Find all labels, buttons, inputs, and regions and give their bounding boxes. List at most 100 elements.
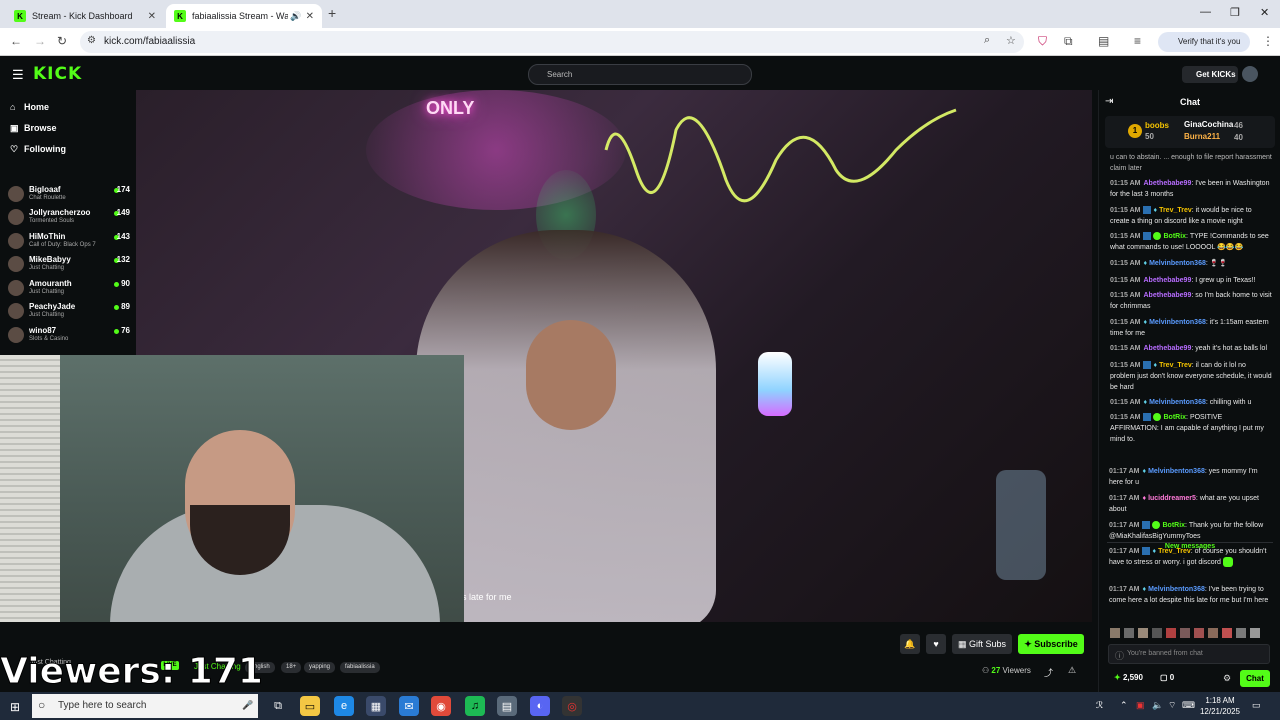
sidebar-channel[interactable]: Bigloaaf Chat Roulette 174	[8, 184, 130, 206]
reading-list-icon[interactable]: ≡	[1134, 34, 1141, 48]
spotify-icon[interactable]: ♫	[465, 696, 485, 716]
chat-message-partial: u can to abstain. ... enough to file rep…	[1110, 154, 1272, 172]
sidebar-channel[interactable]: HiMoThin Call of Duty: Black Ops 7 143	[8, 231, 130, 253]
extension-shield-icon[interactable]: ⛉	[1038, 34, 1047, 49]
edge-browser-icon[interactable]: e	[334, 696, 354, 716]
share-icon[interactable]: ⤴	[1044, 666, 1053, 679]
channel-category: Just Chatting	[29, 312, 65, 318]
minimize-button[interactable]: —	[1200, 6, 1211, 18]
nav-browse[interactable]: ▣ Browse	[10, 123, 57, 134]
message-user[interactable]: Trev_Trev	[1159, 362, 1192, 369]
restore-button[interactable]: ❐	[1230, 6, 1240, 19]
browser-menu-icon[interactable]: ⋮	[1262, 34, 1274, 48]
chat-message: 01:15 AM ♦ Melvinbenton368: 🍷🍷	[1110, 260, 1228, 267]
message-user[interactable]: Melvinbenton368	[1149, 319, 1206, 326]
address-bar[interactable]: ⚙ kick.com/fabiaalissia ⌕ ☆	[80, 31, 1024, 53]
discord-icon[interactable]: ◐	[530, 696, 550, 716]
message-user[interactable]: Trev_Trev	[1158, 548, 1191, 555]
chat-settings-gear-icon[interactable]: ⚙	[1223, 673, 1231, 684]
sidebar-channel[interactable]: Amouranth Just Chatting 90	[8, 278, 130, 300]
webcam-overlay	[0, 355, 464, 659]
sidebar-channel[interactable]: PeachyJade Just Chatting 89	[8, 301, 130, 323]
back-icon[interactable]: ←	[10, 34, 22, 48]
message-user[interactable]: Abethebabe99	[1143, 345, 1191, 352]
store-icon[interactable]: ▦	[366, 696, 386, 716]
sidebar-channel[interactable]: Jollyrancherzoo Tormented Souls 149	[8, 207, 130, 229]
message-user[interactable]: Abethebabe99	[1143, 292, 1191, 299]
top-gifter-name[interactable]: boobs	[1145, 121, 1169, 130]
notifications-bell-button[interactable]: 🔔	[900, 634, 920, 654]
taskbar-search-input[interactable]: Type here to search	[32, 694, 258, 718]
chat-input[interactable]: ⓘ You're banned from chat	[1108, 644, 1270, 664]
message-user[interactable]: BotRix	[1163, 233, 1186, 240]
notifications-icon[interactable]: ▭	[1252, 700, 1261, 711]
reload-icon[interactable]: ↻	[57, 34, 67, 48]
media-controls-icon[interactable]: ▤	[1098, 34, 1109, 48]
message-user[interactable]: Abethebabe99	[1143, 277, 1191, 284]
close-tab-icon[interactable]: ✕	[306, 11, 314, 22]
gifter-name[interactable]: Burna211	[1184, 132, 1220, 141]
message-user[interactable]: Abethebabe99	[1143, 180, 1191, 187]
search-input[interactable]: Search	[528, 64, 752, 85]
file-explorer-icon[interactable]: ▭	[300, 696, 320, 716]
speaker-icon[interactable]: 🔊	[290, 11, 301, 22]
stream-tag[interactable]: yapping	[304, 662, 336, 673]
sidebar-channel[interactable]: wino87 Slots & Casino 76	[8, 325, 130, 347]
gift-count[interactable]: ▢ 0	[1160, 673, 1174, 682]
app-icon[interactable]: ▤	[497, 696, 517, 716]
chrome-icon[interactable]: ◉	[431, 696, 451, 716]
volume-icon[interactable]: 🔈	[1152, 700, 1163, 711]
message-user[interactable]: Melvinbenton368	[1148, 586, 1205, 593]
tab-fabiaalissia-stream[interactable]: K fabiaalissia Stream - Watch 🔊 ✕	[166, 4, 322, 28]
gift-subs-button[interactable]: ▦ Gift Subs	[952, 634, 1012, 654]
report-warning-icon[interactable]: ⚠	[1068, 665, 1076, 676]
bookmark-star-icon[interactable]: ☆	[1006, 34, 1016, 47]
user-avatar[interactable]	[1242, 66, 1258, 82]
message-user[interactable]: BotRix	[1162, 522, 1185, 529]
stream-tag[interactable]: 18+	[281, 662, 302, 673]
language-icon[interactable]: ⌨	[1182, 700, 1195, 711]
message-user[interactable]: BotRix	[1163, 414, 1186, 421]
windows-start-icon[interactable]: ⊞	[10, 700, 20, 714]
hamburger-menu-icon[interactable]: ☰	[12, 67, 24, 83]
message-user[interactable]: Trev_Trev	[1159, 207, 1192, 214]
microphone-icon[interactable]: 🎤	[242, 700, 253, 711]
tab-kick-dashboard[interactable]: K Stream - Kick Dashboard ✕	[6, 4, 164, 28]
moderator-badge-icon	[1142, 547, 1151, 556]
nav-following[interactable]: ♡ Following	[10, 144, 66, 155]
message-time: 01:15 AM	[1110, 292, 1141, 299]
stream-tag[interactable]: fabiaalissia	[340, 662, 380, 673]
mail-icon[interactable]: ✉	[399, 696, 419, 716]
nav-home[interactable]: ⌂ Home	[10, 102, 49, 112]
obs-icon[interactable]: ◎	[562, 696, 582, 716]
message-user[interactable]: Melvinbenton368	[1149, 399, 1206, 406]
close-tab-icon[interactable]: ✕	[148, 11, 156, 22]
system-clock[interactable]: 1:18 AM 12/21/2025	[1198, 695, 1242, 717]
show-hidden-icons-chevron-up-icon[interactable]: ⌃	[1120, 700, 1128, 711]
zoom-icon[interactable]: ⌕	[984, 34, 990, 47]
forward-icon[interactable]: →	[34, 34, 46, 48]
message-user[interactable]: luciddreamer5	[1148, 495, 1196, 502]
gifter-name[interactable]: GinaCochina	[1184, 120, 1233, 129]
sidebar-channel[interactable]: MikeBabyy Just Chatting 132	[8, 254, 130, 276]
get-kicks-button[interactable]: Get KICKs	[1182, 66, 1238, 83]
network-activity-icon[interactable]: ℛ	[1096, 700, 1103, 711]
follow-heart-button[interactable]: ♥	[926, 634, 946, 654]
kick-logo[interactable]: KICK	[33, 64, 82, 84]
subscribe-button[interactable]: ✦ Subscribe	[1018, 634, 1084, 654]
message-user[interactable]: Melvinbenton368	[1148, 468, 1205, 475]
channel-name: Jollyrancherzoo	[29, 208, 91, 217]
task-view-icon[interactable]: ⧉	[268, 696, 288, 716]
chat-send-button[interactable]: Chat	[1240, 670, 1270, 687]
message-user[interactable]: Melvinbenton368	[1149, 260, 1206, 267]
verify-profile-button[interactable]: Verify that it's you	[1158, 32, 1250, 52]
kicks-balance[interactable]: ✦ 2,590	[1114, 673, 1143, 682]
wifi-icon[interactable]: ⌔	[1168, 700, 1176, 711]
site-info-icon[interactable]: ⚙	[87, 35, 96, 46]
moderator-badge-icon	[1143, 206, 1152, 215]
close-window-button[interactable]: ✕	[1260, 6, 1269, 19]
chat-title: Chat	[1180, 97, 1200, 107]
new-tab-button[interactable]: +	[328, 5, 336, 21]
tray-app-icon[interactable]: ▣	[1136, 700, 1145, 711]
extensions-puzzle-icon[interactable]: ⧉	[1064, 34, 1073, 49]
